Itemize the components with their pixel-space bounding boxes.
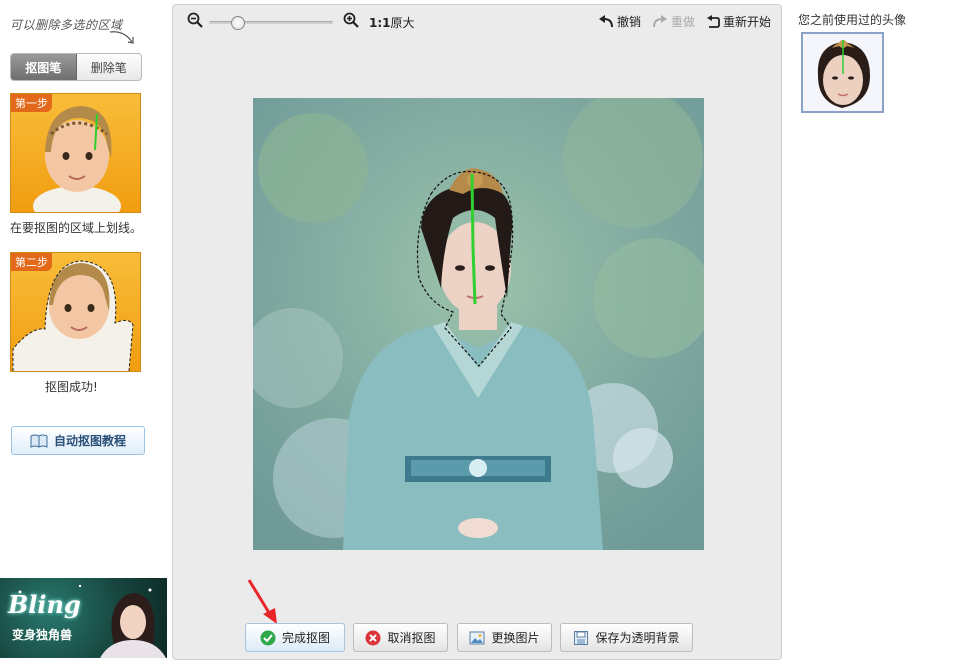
save-icon [574, 630, 589, 645]
undo-label: 撤销 [617, 15, 642, 29]
step2-caption: 抠图成功! [45, 380, 98, 394]
actual-size-button[interactable]: 1:1原大 [369, 14, 415, 31]
ad-banner[interactable]: Bling 变身独角兽 [0, 578, 167, 658]
zoom-slider[interactable] [209, 16, 333, 30]
action-button-bar: 完成抠图 取消抠图 更换图片 保存为透明背景 [173, 619, 781, 659]
save-transparent-label: 保存为透明背景 [595, 631, 680, 645]
tab-cutout-pen[interactable]: 抠图笔 [11, 54, 77, 80]
step1-caption: 在要抠图的区域上划线。 [10, 221, 143, 235]
left-panel: 可以删除多选的区域 抠图笔 删除笔 第一步 在要抠图的区域上划线。 第二步 抠图… [0, 0, 172, 664]
step2-example-image: 第二步 [10, 252, 141, 372]
right-panel: 您之前使用过的头像 [782, 0, 968, 664]
auto-cutout-tutorial-button[interactable]: 自动抠图教程 [11, 426, 145, 455]
redo-label: 重做 [671, 15, 696, 29]
recent-avatar-thumbnail[interactable] [801, 32, 884, 113]
banner-subtitle: 变身独角兽 [12, 628, 73, 642]
delete-hint: 可以删除多选的区域 [10, 18, 123, 32]
avatar-cutout [817, 39, 870, 108]
undo-icon [599, 14, 613, 27]
restart-label: 重新开始 [723, 15, 772, 29]
portrait-photo [253, 98, 704, 550]
tutorial-label: 自动抠图教程 [53, 434, 126, 448]
image-icon [469, 631, 485, 644]
restart-button[interactable]: 重新开始 [706, 13, 771, 30]
change-image-label: 更换图片 [491, 631, 540, 645]
edit-canvas[interactable] [253, 98, 704, 550]
recent-avatars-title: 您之前使用过的头像 [798, 13, 907, 27]
cancel-icon [365, 630, 381, 645]
undo-button[interactable]: 撤销 [598, 13, 641, 30]
restart-icon [707, 14, 720, 28]
editor-panel: 1:1原大 撤销 重做 重新开始 完成抠图 取消抠图 更换图片 保存为透明背景 [172, 4, 782, 660]
complete-label: 完成抠图 [281, 631, 330, 645]
redo-icon [653, 14, 667, 27]
check-icon [260, 630, 276, 645]
editor-toolbar: 1:1原大 撤销 重做 重新开始 [173, 5, 781, 37]
zoom-text: 原大 [390, 16, 415, 30]
change-image-button[interactable]: 更换图片 [457, 623, 552, 652]
book-icon [30, 434, 48, 448]
cancel-cutout-button[interactable]: 取消抠图 [353, 623, 448, 652]
step2-label: 第二步 [11, 253, 52, 271]
cancel-label: 取消抠图 [387, 631, 436, 645]
redo-button[interactable]: 重做 [652, 13, 695, 30]
zoom-ratio: 1:1 [369, 16, 391, 30]
zoom-slider-knob[interactable] [231, 16, 245, 30]
zoom-out-icon[interactable] [187, 12, 203, 28]
zoom-in-icon[interactable] [343, 12, 359, 28]
pen-tabs: 抠图笔 删除笔 [10, 53, 142, 81]
curved-arrow-icon [109, 31, 134, 44]
step1-label: 第一步 [11, 94, 52, 112]
banner-title: Bling [8, 590, 81, 619]
save-transparent-button[interactable]: 保存为透明背景 [560, 623, 693, 652]
complete-cutout-button[interactable]: 完成抠图 [245, 623, 345, 652]
tab-eraser-pen[interactable]: 删除笔 [77, 54, 142, 80]
step1-example-image: 第一步 [10, 93, 141, 213]
